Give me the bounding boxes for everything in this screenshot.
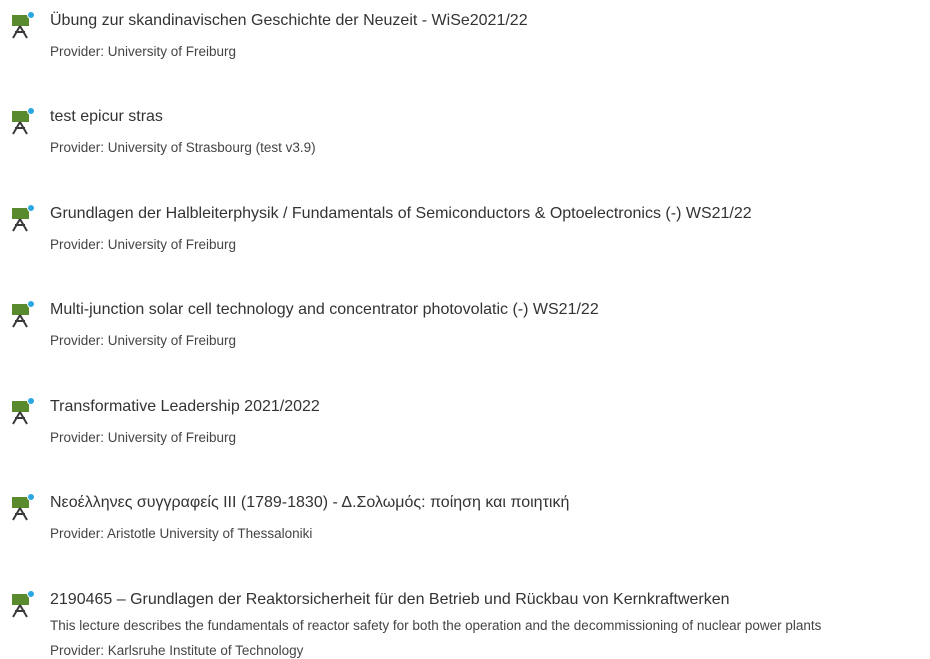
- course-list: Übung zur skandinavischen Geschichte der…: [0, 0, 930, 659]
- course-description: This lecture describes the fundamentals …: [50, 618, 822, 633]
- list-item: Multi-junction solar cell technology and…: [10, 300, 930, 360]
- course-provider: Provider: University of Freiburg: [50, 237, 237, 252]
- list-item: Νεοέλληνες συγγραφείς ΙΙΙ (1789-1830) - …: [10, 493, 930, 553]
- course-provider: Provider: University of Freiburg: [50, 44, 237, 59]
- list-item: 2190465 – Grundlagen der Reaktorsicherhe…: [10, 590, 930, 659]
- course-icon: [10, 204, 36, 232]
- course-icon: [10, 493, 36, 521]
- course-provider: Provider: Karlsruhe Institute of Technol…: [50, 643, 304, 658]
- course-title-link[interactable]: Transformative Leadership 2021/2022: [50, 397, 320, 417]
- course-provider: Provider: University of Strasbourg (test…: [50, 140, 316, 155]
- course-title-link[interactable]: Übung zur skandinavischen Geschichte der…: [50, 11, 528, 31]
- course-provider: Provider: University of Freiburg: [50, 333, 237, 348]
- course-icon: [10, 590, 36, 618]
- course-icon: [10, 300, 36, 328]
- course-provider: Provider: Aristotle University of Thessa…: [50, 526, 313, 541]
- course-title-link[interactable]: test epicur stras: [50, 107, 163, 127]
- course-icon: [10, 107, 36, 135]
- course-title-link[interactable]: Grundlagen der Halbleiterphysik / Fundam…: [50, 204, 752, 224]
- list-item: test epicur stras Provider: University o…: [10, 107, 930, 167]
- list-item: Grundlagen der Halbleiterphysik / Fundam…: [10, 204, 930, 264]
- course-title-link[interactable]: Νεοέλληνες συγγραφείς ΙΙΙ (1789-1830) - …: [50, 493, 569, 513]
- course-provider: Provider: University of Freiburg: [50, 430, 237, 445]
- course-title-link[interactable]: Multi-junction solar cell technology and…: [50, 300, 599, 320]
- list-item: Übung zur skandinavischen Geschichte der…: [10, 11, 930, 71]
- list-item: Transformative Leadership 2021/2022 Prov…: [10, 397, 930, 457]
- course-title-link[interactable]: 2190465 – Grundlagen der Reaktorsicherhe…: [50, 590, 730, 610]
- course-icon: [10, 11, 36, 39]
- course-icon: [10, 397, 36, 425]
